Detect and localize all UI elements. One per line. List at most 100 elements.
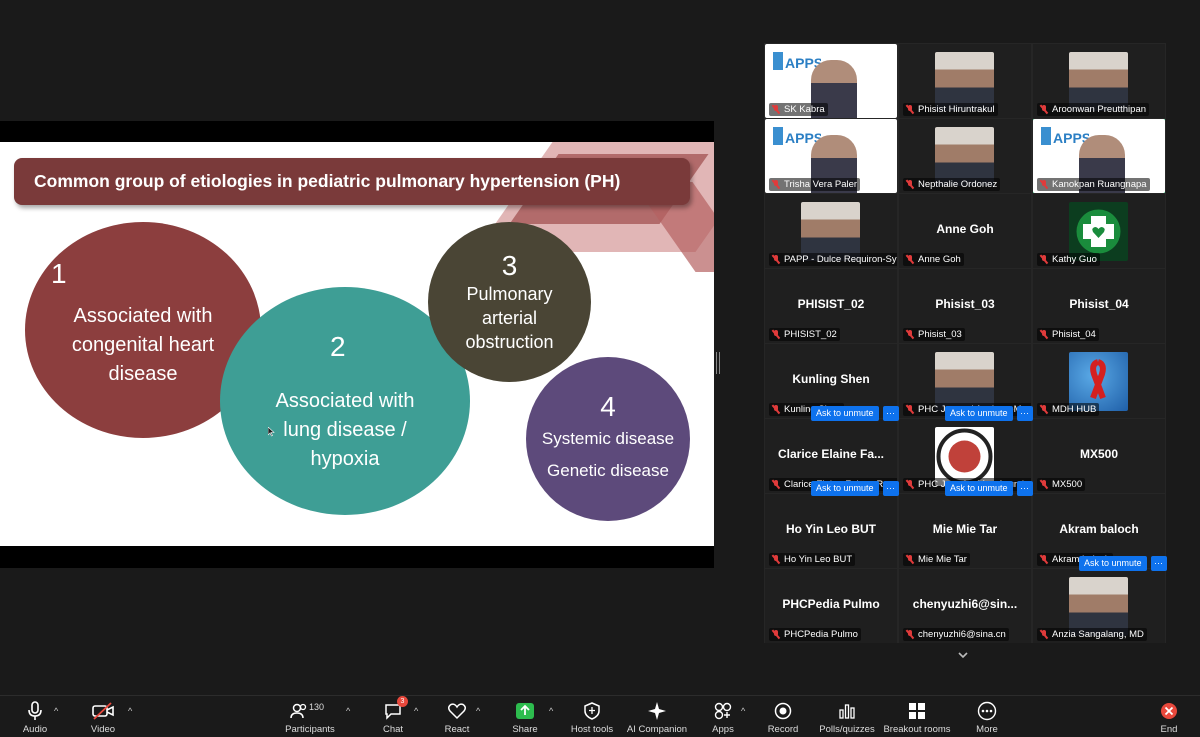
participant-tile[interactable]: Phisist_03 Phisist_03 [899, 269, 1031, 343]
muted-mic-icon [1040, 105, 1048, 114]
ai-companion-button[interactable]: AI Companion [622, 700, 692, 735]
participant-name-label: Kanokpan Ruangnapa [1037, 178, 1150, 191]
participants-options-caret-icon[interactable]: ^ [346, 706, 350, 716]
participant-name: MDH HUB [1052, 404, 1097, 415]
host-tools-button[interactable]: Host tools [557, 700, 627, 735]
participant-name-label: Mie Mie Tar [903, 553, 970, 566]
circle-line: congenital heart [71, 333, 215, 356]
participant-name-label: Kathy Guo [1037, 253, 1100, 266]
close-icon [1161, 703, 1177, 719]
muted-mic-icon [906, 630, 914, 639]
more-options-icon[interactable]: ··· [1016, 481, 1033, 496]
participant-display-name: Akram baloch [1059, 522, 1139, 536]
participant-tile[interactable]: chenyuzhi6@sin... chenyuzhi6@sina.cn [899, 569, 1031, 643]
participant-name: Aroonwan Preutthipan [1052, 104, 1147, 115]
chat-badge: 3 [397, 696, 408, 707]
video-options-caret-icon[interactable]: ^ [128, 706, 132, 716]
ask-to-unmute-button[interactable]: Ask to unmute [811, 406, 879, 421]
participant-tile[interactable]: PAPP - Dulce Requiron-Sy [765, 194, 897, 268]
polls-quizzes-button[interactable]: Polls/quizzes [812, 700, 882, 735]
participant-tile[interactable]: PHCPedia Pulmo PHCPedia Pulmo [765, 569, 897, 643]
circle-line: Associated with [73, 304, 213, 327]
muted-mic-icon [772, 480, 780, 489]
more-options-icon[interactable]: ··· [1016, 406, 1033, 421]
participant-tile[interactable]: APPS SK Kabra [765, 44, 897, 118]
participant-name: chenyuzhi6@sina.cn [918, 629, 1006, 640]
ask-to-unmute-button[interactable]: Ask to unmute [1079, 556, 1147, 571]
more-options-icon[interactable]: ··· [1150, 556, 1167, 571]
record-button[interactable]: Record [748, 700, 818, 735]
participant-name: Mie Mie Tar [918, 554, 967, 565]
participant-tile[interactable]: Phisist_04 Phisist_04 [1033, 269, 1165, 343]
participant-tile[interactable]: MDH HUB [1033, 344, 1165, 418]
breakout-rooms-button[interactable]: Breakout rooms [882, 700, 952, 735]
participant-tile[interactable]: PHISIST_02 PHISIST_02 [765, 269, 897, 343]
shared-screen: Common group of etiologies in pediatric … [0, 121, 714, 568]
share-options-caret-icon[interactable]: ^ [549, 706, 553, 716]
muted-mic-icon [772, 330, 780, 339]
host-tools-label: Host tools [570, 724, 614, 735]
circle-line: arterial [481, 308, 538, 328]
participant-tile[interactable]: MX500 MX500 [1033, 419, 1165, 493]
participant-name: MX500 [1052, 479, 1083, 490]
audio-label: Audio [22, 724, 48, 735]
participant-name-label: Phisist_04 [1037, 328, 1099, 341]
participant-name: Anne Goh [918, 254, 961, 265]
muted-mic-icon [906, 180, 914, 189]
ask-to-unmute-button[interactable]: Ask to unmute [811, 481, 879, 496]
participant-tile[interactable]: Nepthalie Ordonez [899, 119, 1031, 193]
participant-display-name: Clarice Elaine Fa... [777, 447, 885, 461]
muted-mic-icon [1040, 630, 1048, 639]
participant-name-label: Anzia Sangalang, MD [1037, 628, 1147, 641]
participant-display-name: Phisist_03 [935, 297, 995, 311]
participant-tile[interactable]: APPS Trisha Vera Paler [765, 119, 897, 193]
participant-name: Phisist_03 [918, 329, 962, 340]
participant-display-name: PHCPedia Pulmo [782, 597, 880, 611]
chevron-down-icon[interactable] [956, 648, 970, 662]
participant-tile[interactable]: Anne Goh Anne Goh [899, 194, 1031, 268]
end-meeting-button[interactable]: End [1134, 700, 1200, 735]
participant-display-name: PHISIST_02 [797, 297, 865, 311]
circle-text: Associated with congenital heart disease [72, 302, 214, 389]
circle-number: 1 [51, 258, 67, 289]
unmute-controls: Ask to unmute ··· [811, 406, 899, 421]
ask-to-unmute-button[interactable]: Ask to unmute [945, 406, 1013, 421]
participant-name: Kanokpan Ruangnapa [1052, 179, 1147, 190]
unmute-controls: Ask to unmute ··· [1079, 556, 1167, 571]
muted-mic-icon [906, 105, 914, 114]
heart-icon [447, 703, 467, 720]
participant-name: Anzia Sangalang, MD [1052, 629, 1144, 640]
participant-tile[interactable]: Phisist Hiruntrakul [899, 44, 1031, 118]
participant-tile[interactable]: Kathy Guo [1033, 194, 1165, 268]
more-dots-icon [977, 701, 997, 721]
more-options-icon[interactable]: ··· [882, 481, 899, 496]
muted-mic-icon [772, 255, 780, 264]
circle-line: obstruction [465, 332, 554, 352]
split-view-resize-handle[interactable] [716, 352, 720, 374]
circle-number: 4 [600, 391, 616, 422]
participant-tile[interactable]: Ho Yin Leo BUT Ho Yin Leo BUT [765, 494, 897, 568]
participant-name: Nepthalie Ordonez [918, 179, 998, 190]
ask-to-unmute-button[interactable]: Ask to unmute [945, 481, 1013, 496]
react-options-caret-icon[interactable]: ^ [476, 706, 480, 716]
audio-button[interactable]: Audio [0, 700, 70, 735]
participant-tile[interactable]: Anzia Sangalang, MD [1033, 569, 1165, 643]
participant-display-name: Ho Yin Leo BUT [786, 522, 876, 536]
participant-tile[interactable]: Aroonwan Preutthipan [1033, 44, 1165, 118]
grid-icon [909, 703, 925, 719]
slide-title-banner: Common group of etiologies in pediatric … [14, 158, 690, 205]
more-options-icon[interactable]: ··· [882, 406, 899, 421]
react-button[interactable]: React [422, 700, 492, 735]
participant-tile[interactable]: Mie Mie Tar Mie Mie Tar [899, 494, 1031, 568]
participant-name-label: PHCPedia Pulmo [769, 628, 861, 641]
participant-name-label: MX500 [1037, 478, 1086, 491]
audio-options-caret-icon[interactable]: ^ [54, 706, 58, 716]
participant-tile[interactable]: APPS Kanokpan Ruangnapa [1033, 119, 1165, 193]
more-button[interactable]: More [952, 700, 1022, 735]
slide-title: Common group of etiologies in pediatric … [34, 171, 621, 191]
etiology-circle-3: 3 Pulmonary arterial obstruction [428, 222, 591, 382]
participants-button[interactable]: 130 Participants [275, 700, 345, 735]
participant-display-name: Phisist_04 [1069, 297, 1129, 311]
chat-options-caret-icon[interactable]: ^ [414, 706, 418, 716]
apps-options-caret-icon[interactable]: ^ [741, 706, 745, 716]
